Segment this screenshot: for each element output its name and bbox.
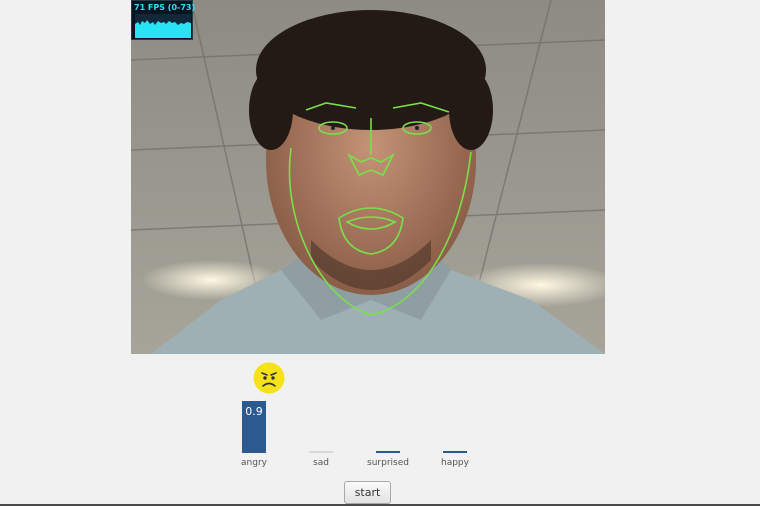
category-label-happy: happy xyxy=(441,458,469,468)
webcam-video xyxy=(131,0,605,354)
category-label-sad: sad xyxy=(313,458,329,468)
category-label-angry: angry xyxy=(241,458,267,468)
bar-surprised xyxy=(376,451,400,453)
fps-graph xyxy=(135,14,191,38)
bar-happy xyxy=(443,451,467,453)
webcam-frame xyxy=(131,0,605,354)
emotion-bar-chart: 0.9 angry sad surprised happy xyxy=(230,395,490,475)
category-label-surprised: surprised xyxy=(367,458,409,468)
bar-value-angry: 0.9 xyxy=(245,405,263,418)
bar-sad xyxy=(309,451,333,453)
start-button[interactable]: start xyxy=(344,481,391,504)
fps-label: 71 FPS (0-73) xyxy=(134,3,196,12)
fps-meter: 71 FPS (0-73) xyxy=(131,0,196,40)
angry-face-icon xyxy=(253,362,285,394)
